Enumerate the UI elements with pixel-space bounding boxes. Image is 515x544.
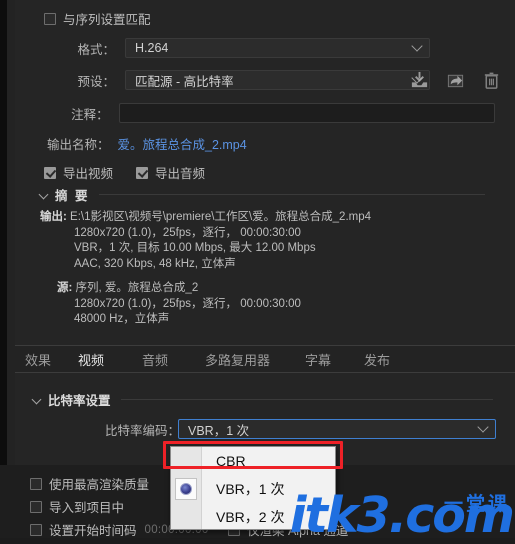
summary-output-path: E:\1影视区\视频号\premiere\工作区\爱。旅程总合成_2.mp4: [70, 211, 372, 223]
settings-tabbar: 效果 视频 音频 多路复用器 字幕 发布: [15, 346, 515, 375]
import-to-project-label: 导入到项目中: [49, 501, 125, 515]
preset-select-value: 匹配源 - 高比特率: [135, 74, 234, 89]
dropdown-item-vbr1[interactable]: VBR，1 次: [171, 475, 337, 503]
comment-label: 注释：: [71, 107, 109, 122]
chevron-down-icon: [33, 395, 42, 404]
summary-title: 摘 要: [55, 189, 90, 203]
match-sequence-label: 与序列设置匹配: [63, 13, 151, 27]
dropdown-item-vbr2[interactable]: VBR，2 次: [171, 503, 337, 531]
export-video-checkbox[interactable]: [44, 166, 56, 179]
output-name-label: 输出名称：: [47, 138, 110, 152]
summary-source-detail: 1280x720 (1.0)，25fps，逐行， 00:00:30:00: [74, 297, 301, 310]
delete-preset-icon[interactable]: [482, 71, 501, 90]
tab-audio[interactable]: 音频: [142, 350, 168, 373]
export-audio-checkbox[interactable]: [136, 166, 148, 179]
summary-source-value: 序列, 爱。旅程总合成_2: [75, 282, 199, 294]
export-video-label: 导出视频: [63, 167, 114, 181]
max-render-quality-checkbox[interactable]: [30, 477, 42, 490]
summary-output-line: 1280x720 (1.0)，25fps，逐行， 00:00:30:00: [74, 226, 301, 239]
export-settings-dialog: 与序列设置匹配 格式： H.264 预设： 匹配源 - 高比特率 注释： 输出名…: [0, 0, 515, 540]
comment-row: 注释：: [60, 103, 495, 123]
chevron-down-icon: [477, 421, 489, 433]
tab-effects[interactable]: 效果: [25, 350, 51, 373]
summary-header[interactable]: 摘 要: [40, 185, 485, 204]
set-start-timecode-checkbox[interactable]: [30, 523, 42, 536]
tab-publish[interactable]: 发布: [364, 350, 390, 373]
summary-output-key: 输出:: [40, 211, 67, 223]
dropdown-item-label: VBR，2 次: [216, 509, 285, 525]
summary-source-block: 源: 序列, 爱。旅程总合成_2 1280x720 (1.0)，25fps，逐行…: [40, 281, 485, 328]
bitrate-section-rule: [120, 399, 493, 400]
summary-output-line: VBR，1 次, 目标 10.00 Mbps, 最大 12.00 Mbps: [74, 242, 316, 254]
output-name-link[interactable]: 爱。旅程总合成_2.mp4: [118, 134, 247, 153]
bitrate-encoding-label: 比特率编码：: [105, 423, 181, 438]
left-gutter: [7, 0, 15, 538]
bitrate-encoding-select[interactable]: VBR，1 次: [178, 419, 496, 439]
preset-label: 预设：: [77, 74, 115, 89]
max-render-quality-row[interactable]: 使用最高渲染质量: [30, 474, 149, 493]
format-label: 格式：: [77, 42, 115, 57]
summary-rule: [99, 194, 485, 195]
max-render-quality-label: 使用最高渲染质量: [49, 478, 150, 492]
summary-source-key: 源:: [57, 282, 73, 294]
summary-source-line: 源: 序列, 爱。旅程总合成_2: [40, 281, 485, 297]
bitrate-encoding-value: VBR，1 次: [188, 423, 250, 438]
output-name-row: 输出名称： 爱。旅程总合成_2.mp4: [47, 134, 247, 153]
tab-multiplexer[interactable]: 多路复用器: [205, 350, 270, 373]
preset-select[interactable]: 匹配源 - 高比特率: [125, 70, 430, 90]
radio-selected-icon: [180, 483, 192, 495]
export-video-row[interactable]: 导出视频: [44, 163, 113, 182]
match-sequence-checkbox[interactable]: [44, 12, 56, 25]
tab-captions[interactable]: 字幕: [305, 350, 331, 373]
preset-actions: [410, 71, 501, 90]
export-audio-row[interactable]: 导出音频: [136, 163, 205, 182]
bitrate-encoding-row: 比特率编码： VBR，1 次: [105, 419, 496, 439]
import-to-project-checkbox[interactable]: [30, 500, 42, 513]
bitrate-section-header[interactable]: 比特率设置: [33, 390, 493, 409]
bitrate-section-title: 比特率设置: [48, 394, 111, 408]
summary-output-block: 输出: E:\1影视区\视频号\premiere\工作区\爱。旅程总合成_2.m…: [40, 210, 485, 272]
format-select-value: H.264: [135, 41, 169, 55]
set-start-timecode-label: 设置开始时间码: [49, 524, 137, 538]
match-sequence-row[interactable]: 与序列设置匹配: [44, 9, 151, 28]
chevron-down-icon: [40, 190, 49, 199]
summary-section: 摘 要 输出: E:\1影视区\视频号\premiere\工作区\爱。旅程总合成…: [40, 185, 485, 328]
format-select[interactable]: H.264: [125, 38, 430, 58]
summary-output-line: AAC, 320 Kbps, 48 kHz, 立体声: [74, 257, 236, 270]
chevron-down-icon: [411, 40, 423, 52]
dropdown-item-label: VBR，1 次: [216, 481, 285, 497]
summary-output-path-line: 输出: E:\1影视区\视频号\premiere\工作区\爱。旅程总合成_2.m…: [40, 210, 485, 226]
import-preset-icon[interactable]: [446, 71, 465, 90]
export-audio-label: 导出音频: [155, 167, 206, 181]
format-row: 格式： H.264: [60, 38, 495, 58]
import-to-project-row[interactable]: 导入到项目中: [30, 497, 124, 516]
save-preset-icon[interactable]: [410, 71, 429, 90]
annotation-highlight-box: [163, 441, 343, 469]
comment-input[interactable]: [118, 103, 495, 123]
left-edge-strip: [0, 0, 7, 538]
summary-source-detail: 48000 Hz，立体声: [74, 313, 170, 325]
